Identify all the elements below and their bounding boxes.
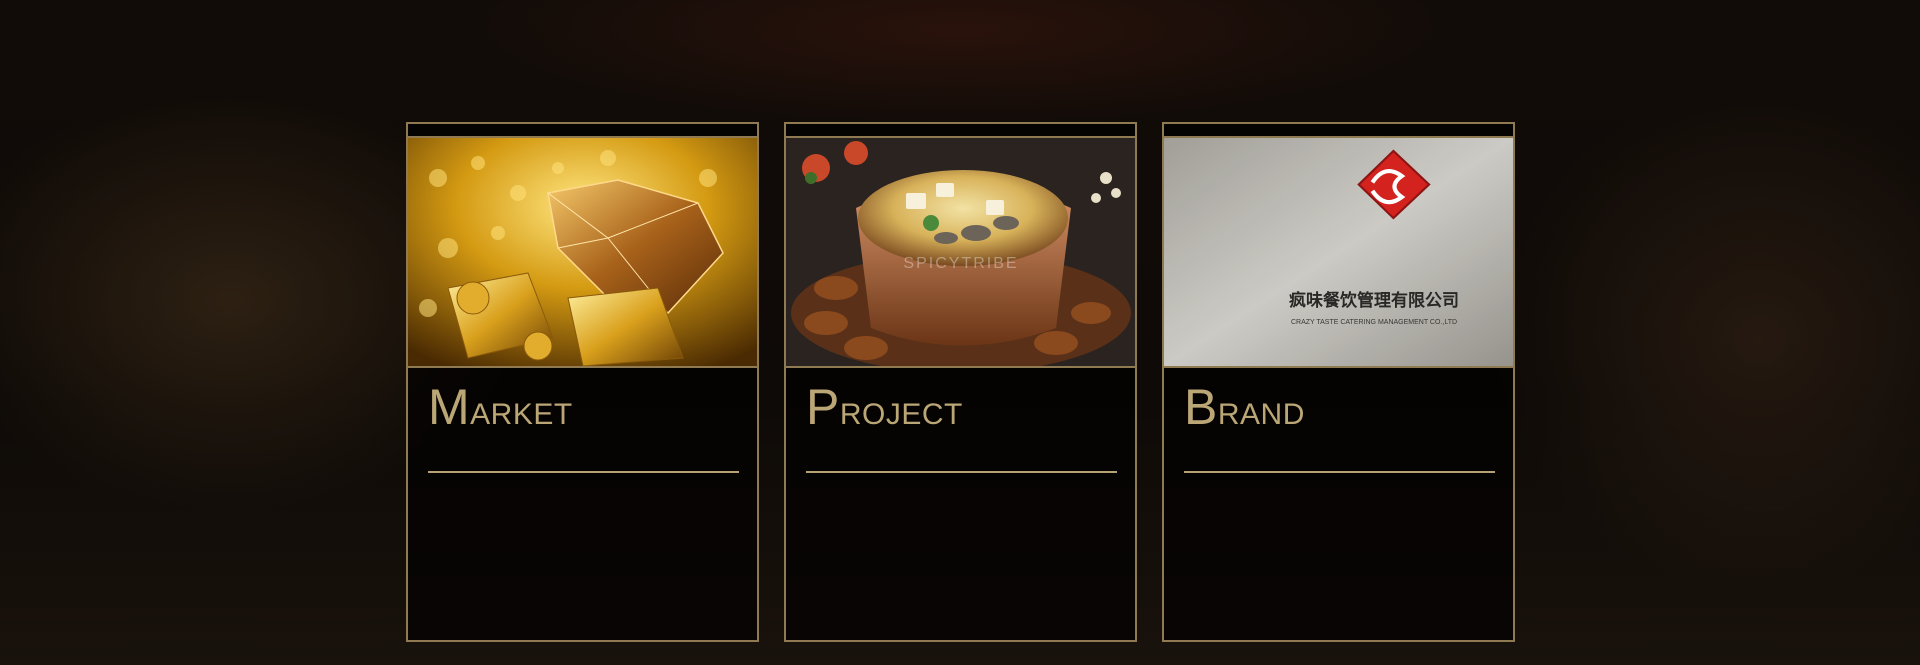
card-title-brand[interactable]: BRAND <box>1184 382 1305 432</box>
card-divider <box>806 471 1117 473</box>
card-title-initial: P <box>806 379 840 435</box>
card-divider <box>428 471 739 473</box>
card-title-rest: ROJECT <box>839 398 963 431</box>
card-brand[interactable]: 疯味餐饮管理有限公司 CRAZY TASTE CATERING MANAGEME… <box>1162 122 1515 642</box>
page-background: MARKET SPICYTRIBE PROJECT 疯味餐饮管理有限公司 CRA… <box>0 0 1920 665</box>
card-project[interactable]: SPICYTRIBE PROJECT <box>784 122 1137 642</box>
card-title-rest: ARKET <box>470 398 573 431</box>
card-title-initial: M <box>428 379 471 435</box>
card-title-rest: RAND <box>1217 398 1305 431</box>
photo-watermark: SPICYTRIBE <box>903 255 1018 272</box>
brand-photo: 疯味餐饮管理有限公司 CRAZY TASTE CATERING MANAGEME… <box>1164 136 1513 368</box>
market-photo <box>408 136 757 368</box>
card-market[interactable]: MARKET <box>406 122 759 642</box>
card-title-initial: B <box>1184 379 1218 435</box>
project-photo: SPICYTRIBE <box>786 136 1135 368</box>
brand-logo-text: 疯味餐饮管理有限公司 <box>1289 290 1459 311</box>
card-title-market[interactable]: MARKET <box>428 382 573 432</box>
card-title-project[interactable]: PROJECT <box>806 382 963 432</box>
card-divider <box>1184 471 1495 473</box>
brand-logo-subtext: CRAZY TASTE CATERING MANAGEMENT CO.,LTD <box>1291 319 1457 326</box>
